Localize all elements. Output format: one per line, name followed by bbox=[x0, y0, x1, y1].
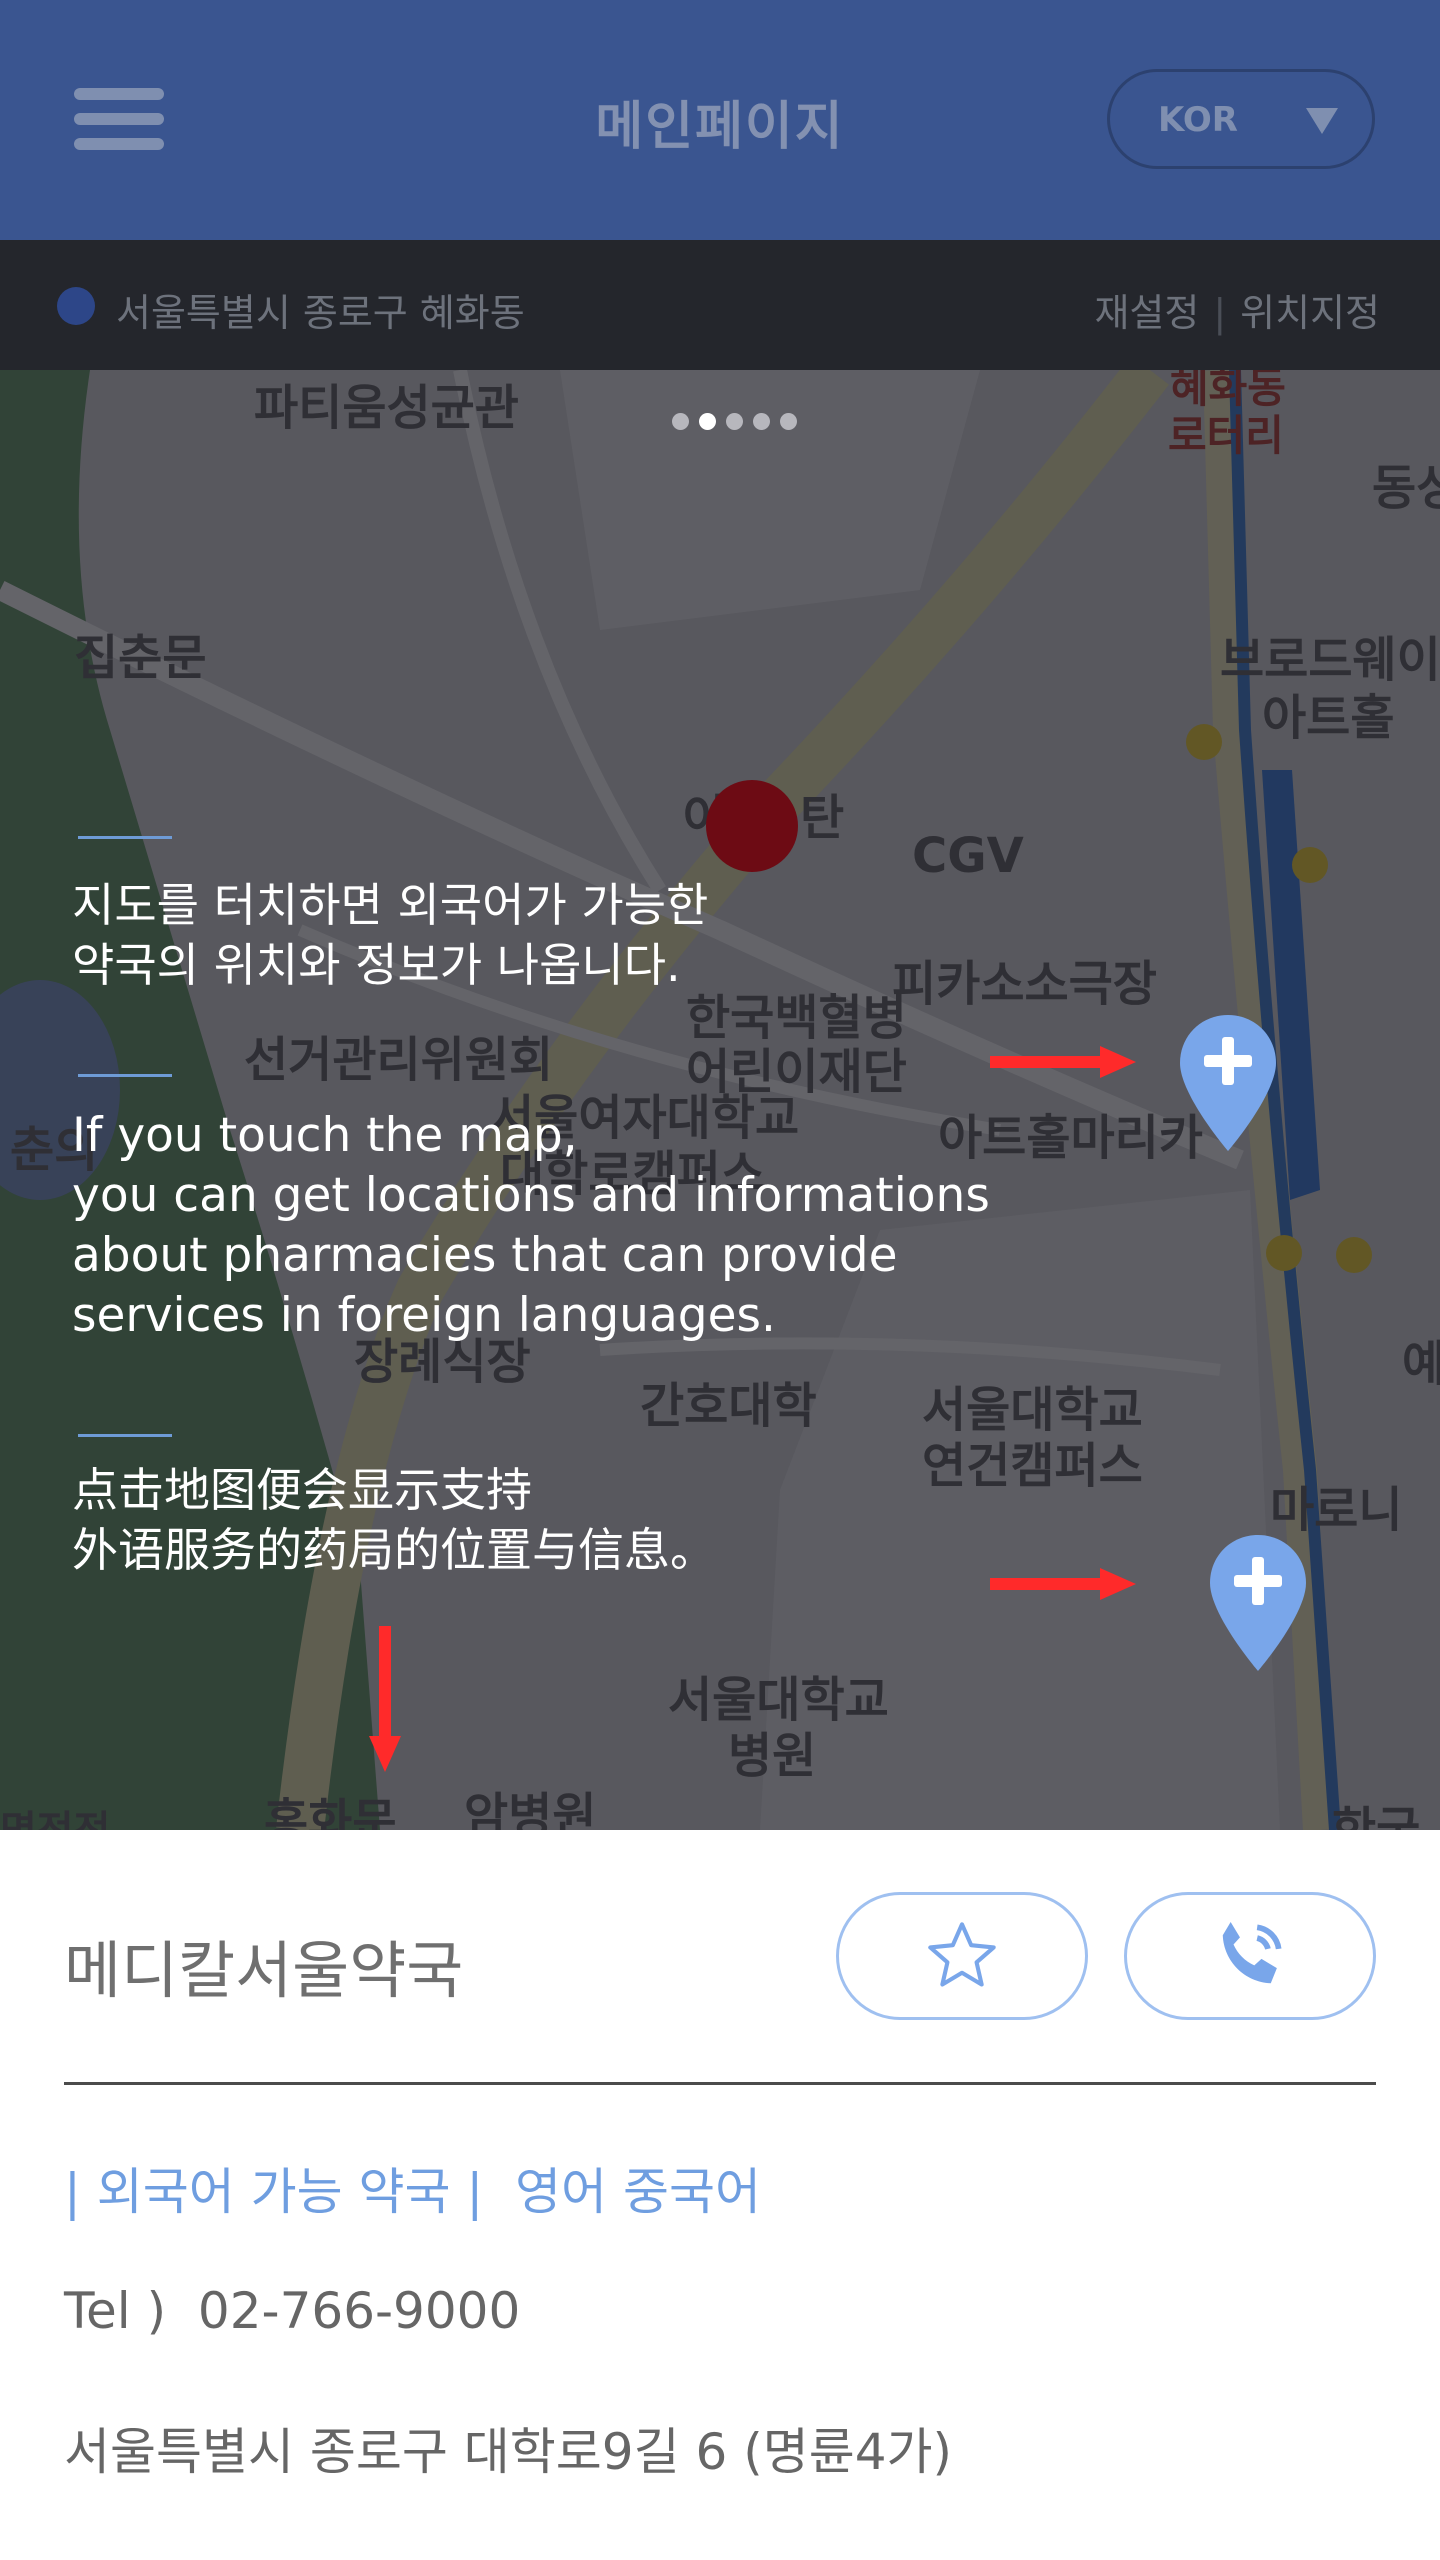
supported-languages: | 외국어 가능 약국 | 영어 중국어 bbox=[64, 2152, 761, 2224]
location-actions-separator: | bbox=[1213, 291, 1227, 335]
phone-line: Tel ) 02-766-9000 bbox=[64, 2282, 520, 2340]
guide-text-english: If you touch the map, you can get locati… bbox=[72, 1108, 990, 1343]
arrow-right-icon bbox=[990, 1046, 1136, 1078]
carousel-dot-active[interactable] bbox=[699, 413, 716, 430]
pharmacy-name: 메디칼서울약국 bbox=[64, 1934, 464, 2007]
phone-number[interactable]: 02-766-9000 bbox=[198, 2282, 520, 2340]
map-view[interactable]: 파티움성균관 혜화동 로터리 동성 집춘문 브로드웨이 아트홀 이 탄 CGV … bbox=[0, 370, 1440, 1830]
pharmacy-pin-icon[interactable] bbox=[1210, 1535, 1306, 1671]
tel-label: Tel ) bbox=[64, 2282, 167, 2340]
guide-divider bbox=[78, 836, 172, 839]
carousel-dot[interactable] bbox=[753, 413, 770, 430]
carousel-dot[interactable] bbox=[672, 413, 689, 430]
pharmacy-detail-panel: 메디칼서울약국 | 외국어 가능 약국 | 영어 중국어 Tel ) 02-76… bbox=[0, 1830, 1440, 2560]
pharmacy-pin-icon[interactable] bbox=[1180, 1015, 1276, 1151]
arrow-right-icon bbox=[990, 1568, 1136, 1600]
guide-divider bbox=[78, 1074, 172, 1077]
language-list: 영어 중국어 bbox=[515, 2163, 761, 2221]
carousel-dot[interactable] bbox=[726, 413, 743, 430]
location-dot-icon bbox=[57, 287, 95, 325]
pharmacy-address: 서울특별시 종로구 대학로9길 6 (명륜4가) bbox=[64, 2423, 953, 2481]
phone-icon bbox=[1222, 1921, 1282, 1984]
call-button[interactable] bbox=[1124, 1892, 1376, 2020]
reset-location-button[interactable]: 재설정 bbox=[1094, 291, 1199, 335]
star-icon bbox=[928, 1922, 996, 1987]
current-location-text: 서울특별시 종로구 혜화동 bbox=[116, 291, 525, 335]
arrow-down-icon bbox=[369, 1626, 401, 1772]
current-position-marker bbox=[706, 780, 798, 872]
language-value: KOR bbox=[1158, 100, 1238, 140]
carousel-indicator bbox=[672, 413, 807, 434]
carousel-dot[interactable] bbox=[780, 413, 797, 430]
guide-text-chinese: 点击地图便会显示支持 外语服务的药局的位置与信息。 bbox=[72, 1463, 716, 1577]
caret-down-icon bbox=[1306, 108, 1338, 134]
location-actions: 재설정 | 위치지정 bbox=[1094, 282, 1380, 337]
guide-divider bbox=[78, 1434, 172, 1437]
favorite-button[interactable] bbox=[836, 1892, 1088, 2020]
guide-text-korean: 지도를 터치하면 외국어가 가능한 약국의 위치와 정보가 나옵니다. bbox=[72, 878, 709, 992]
detail-divider bbox=[64, 2082, 1376, 2085]
set-location-button[interactable]: 위치지정 bbox=[1240, 291, 1380, 335]
foreign-language-pharmacy-label: | 외국어 가능 약국 | bbox=[64, 2163, 484, 2221]
app-header: 메인페이지 KOR bbox=[0, 0, 1440, 240]
language-select[interactable]: KOR bbox=[1107, 69, 1375, 169]
